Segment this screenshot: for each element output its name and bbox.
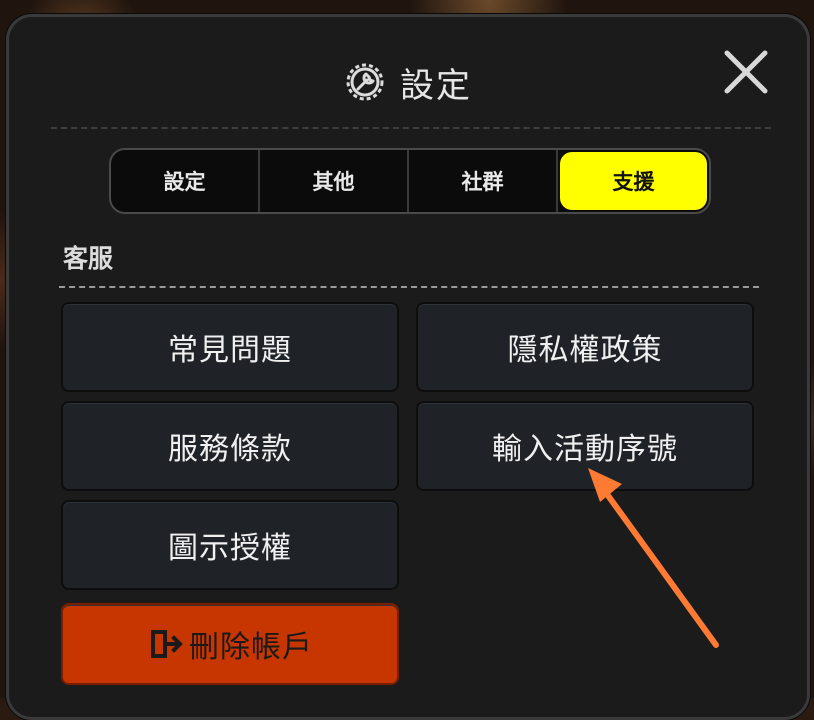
delete-account-button-label: 刪除帳戶	[189, 630, 313, 665]
tab-settings[interactable]: 設定	[111, 150, 260, 212]
exit-door-icon	[151, 630, 183, 658]
tab-other[interactable]: 其他	[260, 150, 409, 212]
redeem-code-button[interactable]: 輸入活動序號	[416, 401, 754, 491]
privacy-policy-button[interactable]: 隱私權政策	[416, 302, 754, 392]
delete-account-button[interactable]: 刪除帳戶	[61, 603, 399, 685]
section-divider	[59, 286, 759, 288]
close-button[interactable]	[721, 47, 771, 97]
privacy-policy-button-label: 隱私權政策	[507, 333, 663, 368]
icon-license-button[interactable]: 圖示授權	[61, 500, 399, 590]
header-divider	[51, 127, 771, 129]
settings-dialog: 設定 設定 其他 社群 支援 客服 常見問題 隱私權政策 服務條款 輸入活動序號…	[6, 14, 810, 720]
tab-community[interactable]: 社群	[409, 150, 558, 212]
dialog-title: 設定	[400, 65, 472, 106]
icon-license-button-label: 圖示授權	[168, 531, 292, 566]
faq-button[interactable]: 常見問題	[61, 302, 399, 392]
faq-button-label: 常見問題	[168, 333, 292, 368]
redeem-code-button-label: 輸入活動序號	[492, 432, 678, 467]
tab-bar: 設定 其他 社群 支援	[109, 148, 711, 214]
gear-wrench-icon	[346, 63, 384, 101]
section-label-customer-service: 客服	[63, 244, 114, 273]
tab-support[interactable]: 支援	[560, 152, 707, 210]
close-icon	[724, 50, 768, 94]
terms-of-service-button-label: 服務條款	[168, 432, 292, 467]
terms-of-service-button[interactable]: 服務條款	[61, 401, 399, 491]
dialog-header: 設定	[9, 47, 807, 117]
